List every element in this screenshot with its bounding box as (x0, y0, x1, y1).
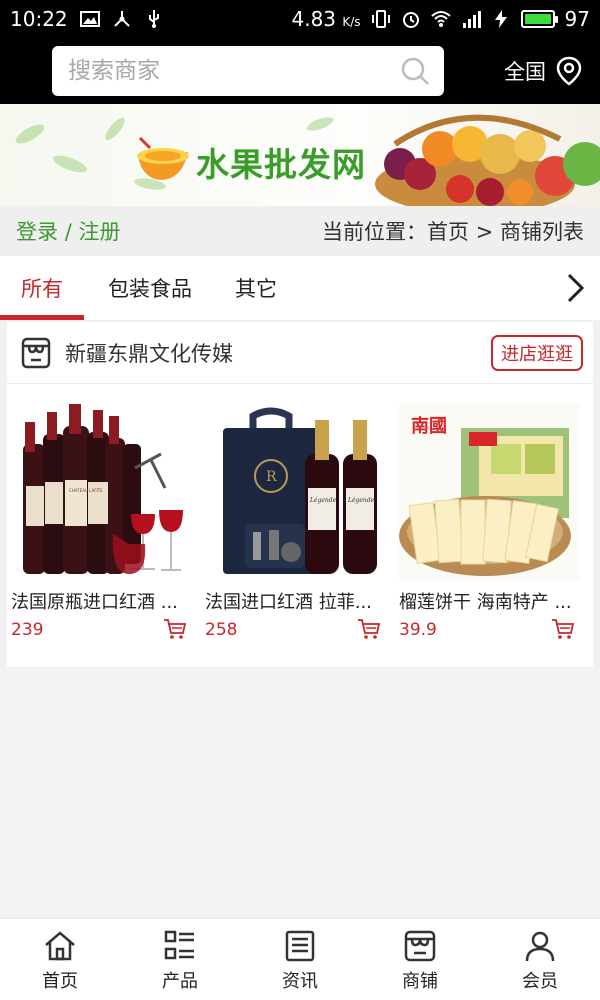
register-link[interactable]: 注册 (78, 220, 120, 244)
home-icon (45, 931, 75, 961)
network-speed: 4.83 K/s (291, 7, 361, 31)
category-tabs: 所有 包装食品 其它 (0, 256, 600, 320)
nav-label: 商铺 (402, 971, 438, 992)
product-name[interactable]: 法国进口红酒 拉菲... (205, 588, 383, 614)
nav-shops[interactable]: 商铺 (360, 919, 480, 1000)
login-row: 登录 / 注册 当前位置：首页 > 商铺列表 (0, 206, 600, 256)
bottom-nav: 首页 产品 资讯 商铺 会员 (0, 918, 600, 1000)
chevron-right-icon[interactable] (560, 270, 590, 306)
biscuits (408, 498, 559, 565)
nav-home[interactable]: 首页 (0, 919, 120, 1000)
store-header[interactable]: 新疆东鼎文化传媒 进店逛逛 (7, 322, 593, 384)
tab-packaged-food[interactable]: 包装食品 (84, 256, 216, 320)
svg-text:R: R (266, 469, 277, 485)
banner[interactable]: 水果批发网 (0, 104, 600, 206)
store-card: 新疆东鼎文化传媒 进店逛逛 CHATEAU LAFITE 法国原瓶进口红酒 ..… (7, 322, 593, 667)
nav-label: 产品 (162, 971, 198, 992)
vibrate-icon (371, 10, 390, 28)
shop-icon (21, 337, 51, 368)
login-link[interactable]: 登录 (16, 220, 58, 244)
search-header: 全国 (0, 38, 600, 104)
product-card[interactable]: CHATEAU LAFITE 法国原瓶进口红酒 ... 239 (11, 404, 205, 640)
list-icon (164, 930, 194, 960)
nav-label: 会员 (522, 971, 558, 992)
battery-icon (520, 10, 558, 28)
cart-icon[interactable] (357, 618, 381, 640)
tab-all[interactable]: 所有 (0, 256, 84, 320)
alarm-icon (402, 12, 419, 28)
tab-other[interactable]: 其它 (216, 256, 296, 320)
breadcrumb: 当前位置：首页 > 商铺列表 (322, 220, 584, 244)
svg-text:CHATEAU LAFITE: CHATEAU LAFITE (69, 488, 103, 493)
region-selector[interactable]: 全国 (504, 55, 584, 87)
status-bar: 10:22 4.83 K/s 97 (0, 0, 600, 38)
banner-title: 水果批发网 (196, 145, 366, 184)
product-name[interactable]: 法国原瓶进口红酒 ... (11, 588, 189, 614)
search-icon[interactable] (400, 56, 430, 86)
product-image-durian-biscuit[interactable]: 南國 (399, 404, 579, 580)
usb-icon (148, 10, 159, 28)
product-image-wine-box[interactable]: R Légende Légende (205, 404, 385, 580)
auth-separator: / (64, 220, 72, 244)
image-icon (79, 11, 100, 27)
svg-text:Légende: Légende (309, 497, 337, 504)
region-label: 全国 (504, 60, 546, 84)
product-card[interactable]: 南國 榴莲饼干 海南特产 ... 39.9 (399, 404, 593, 640)
nav-label: 首页 (42, 971, 78, 992)
user-icon (525, 931, 555, 962)
nav-member[interactable]: 会员 (480, 919, 600, 1000)
charging-icon (494, 10, 507, 28)
nav-products[interactable]: 产品 (120, 919, 240, 1000)
shop-icon (404, 930, 436, 962)
auth-links: 登录 / 注册 (16, 216, 120, 246)
wine-bottles: Légende Légende (305, 420, 377, 574)
cart-icon[interactable] (551, 618, 575, 640)
logo-icon (137, 136, 189, 180)
signal-icon (462, 11, 481, 28)
news-icon (285, 930, 315, 962)
product-card[interactable]: R Légende Légende 法国进口红酒 拉菲... 258 (205, 404, 399, 640)
cart-icon[interactable] (163, 618, 187, 640)
product-name[interactable]: 榴莲饼干 海南特产 ... (399, 588, 577, 614)
status-time: 10:22 (10, 7, 68, 31)
battery-level: 97 (564, 7, 590, 31)
nav-news[interactable]: 资讯 (240, 919, 360, 1000)
svg-text:Légende: Légende (347, 497, 375, 504)
visit-store-button[interactable]: 进店逛逛 (491, 334, 583, 371)
fruit-basket-icon (375, 114, 600, 206)
product-list: CHATEAU LAFITE 法国原瓶进口红酒 ... 239 R Légend… (7, 384, 593, 640)
nav-label: 资讯 (282, 971, 318, 992)
share-icon (113, 11, 130, 27)
location-icon (556, 56, 582, 86)
wifi-icon (430, 11, 451, 27)
svg-text:南國: 南國 (411, 415, 447, 437)
search-box[interactable] (52, 46, 444, 96)
store-name: 新疆东鼎文化传媒 (65, 341, 233, 366)
search-input[interactable] (68, 58, 400, 84)
product-image-wine-set[interactable]: CHATEAU LAFITE (11, 404, 191, 580)
